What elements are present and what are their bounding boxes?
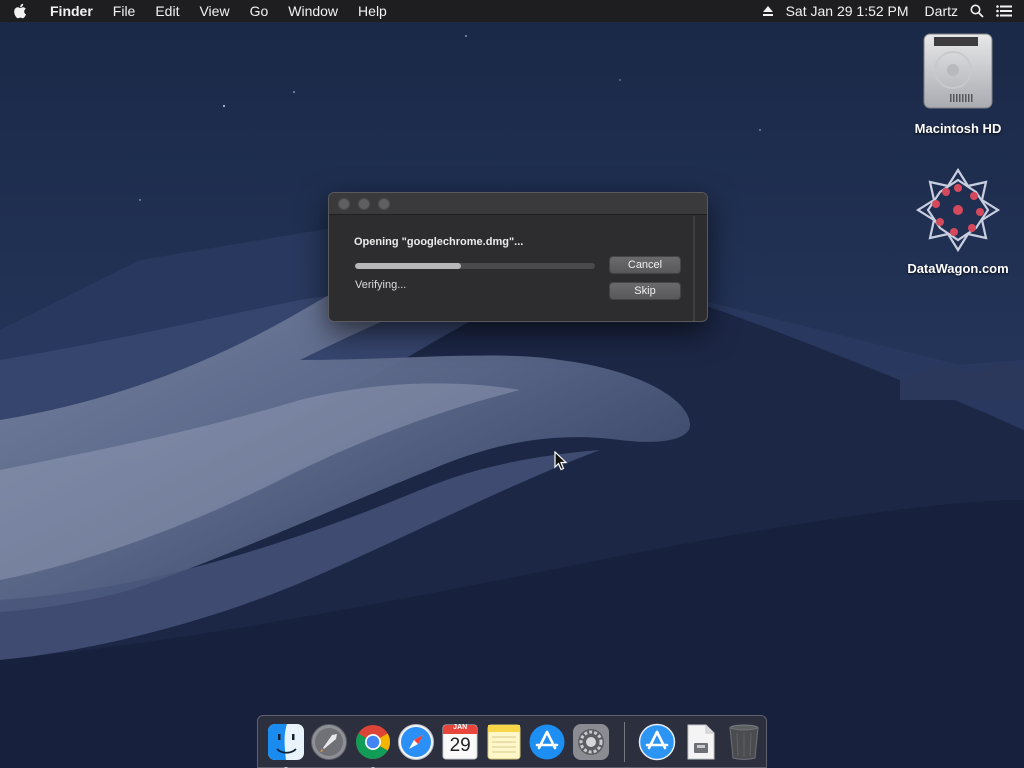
dock-item-chrome[interactable] [353, 722, 393, 768]
menu-finder[interactable]: Finder [40, 0, 103, 22]
dock-item-system-preferences[interactable] [571, 722, 611, 762]
dock: JAN 29 [257, 715, 767, 768]
calendar-day: 29 [449, 734, 471, 756]
menu-file[interactable]: File [103, 0, 146, 22]
menu-bar: Finder File Edit View Go Window Help Sat… [0, 0, 1024, 22]
hard-drive-icon [923, 33, 993, 109]
dock-item-notes[interactable] [484, 722, 524, 762]
progress-bar [355, 263, 595, 269]
dock-separator [624, 721, 626, 762]
skip-button[interactable]: Skip [609, 282, 681, 300]
close-button[interactable] [338, 197, 350, 210]
apple-icon [14, 3, 26, 19]
dialog-titlebar[interactable] [329, 193, 707, 215]
menu-view[interactable]: View [189, 0, 239, 22]
menu-clock[interactable]: Sat Jan 29 1:52 PM [786, 3, 909, 19]
dock-item-downloads[interactable] [681, 722, 721, 762]
dock-item-app-store[interactable] [527, 722, 567, 762]
dialog-divider [693, 216, 695, 321]
system-preferences-icon [572, 723, 609, 760]
eject-button[interactable] [762, 5, 774, 17]
menu-go[interactable]: Go [240, 0, 279, 22]
user-menu[interactable]: Dartz [925, 3, 958, 19]
desktop-icon-label: DataWagon.com [907, 261, 1009, 276]
notes-icon [487, 724, 520, 759]
dialog-status: Verifying... [355, 279, 407, 291]
minimize-button[interactable] [358, 197, 370, 210]
chrome-icon [355, 724, 390, 759]
trash-icon [729, 724, 759, 760]
mounted-volume-icon [915, 167, 1001, 253]
dock-item-applications[interactable] [637, 722, 677, 762]
launchpad-icon [311, 723, 348, 760]
spotlight-icon [970, 4, 984, 18]
desktop-icon-label: Macintosh HD [914, 121, 1002, 136]
status-area: Sat Jan 29 1:52 PM Dartz [762, 0, 1024, 22]
dialog-message: Opening "googlechrome.dmg"... [354, 236, 524, 248]
notification-center-icon [996, 5, 1012, 17]
cancel-button[interactable]: Cancel [609, 256, 681, 274]
finder-icon [267, 723, 304, 760]
dock-item-safari[interactable] [397, 722, 437, 762]
calendar-month: JAN [453, 723, 468, 731]
app-store-icon [529, 724, 565, 759]
safari-icon [398, 723, 435, 760]
menu-edit[interactable]: Edit [145, 0, 189, 22]
dock-item-trash[interactable] [724, 722, 764, 762]
applications-folder-icon [638, 723, 676, 760]
eject-icon [762, 6, 773, 16]
menu-window[interactable]: Window [278, 0, 348, 22]
desktop-icon-macintosh-hd[interactable]: Macintosh HD [898, 32, 1018, 136]
menu-help[interactable]: Help [348, 0, 397, 22]
menu-items: Finder File Edit View Go Window Help [40, 0, 397, 22]
dock-item-finder[interactable] [266, 722, 306, 768]
apple-menu-button[interactable] [0, 0, 40, 22]
progress-fill [355, 263, 461, 269]
zoom-button[interactable] [378, 197, 390, 210]
downloads-icon [687, 724, 715, 759]
opening-dialog: Opening "googlechrome.dmg"... Verifying.… [328, 192, 708, 322]
dock-item-launchpad[interactable] [310, 722, 350, 762]
desktop-icon-datawagon[interactable]: DataWagon.com [898, 167, 1018, 276]
desktop-wallpaper [0, 0, 1024, 768]
mouse-cursor-icon [554, 451, 568, 471]
notification-center-button[interactable] [996, 5, 1012, 17]
dock-item-calendar[interactable]: JAN 29 [440, 722, 480, 762]
spotlight-button[interactable] [970, 4, 984, 18]
